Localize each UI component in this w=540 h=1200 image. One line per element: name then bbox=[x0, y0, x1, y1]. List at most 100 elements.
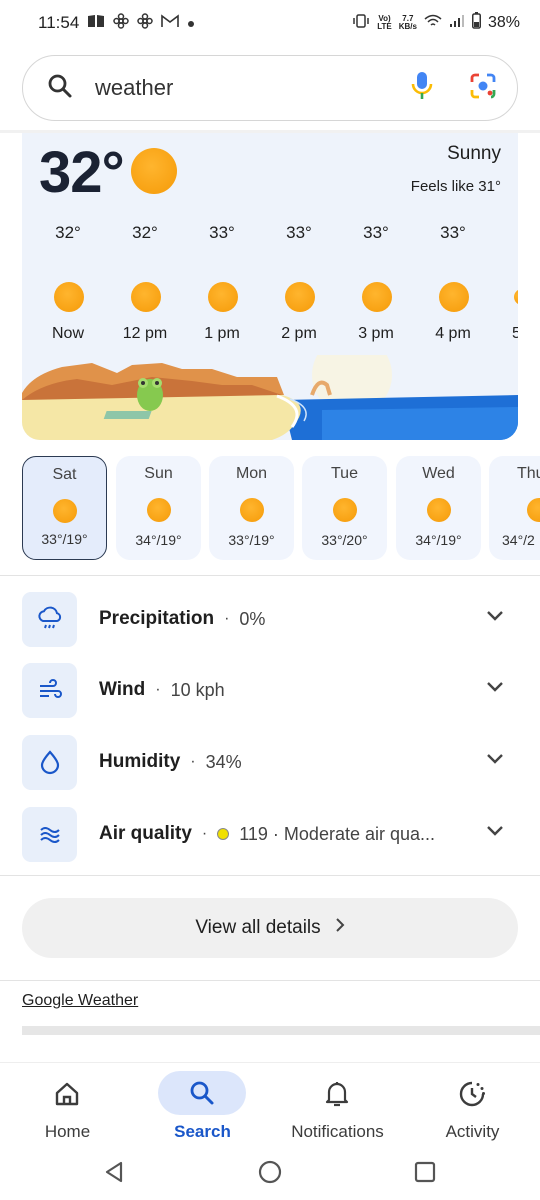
detail-label: Humidity bbox=[99, 751, 181, 772]
detail-value: 34% bbox=[205, 751, 242, 772]
mic-icon[interactable] bbox=[411, 71, 433, 106]
hourly-time-item: 12 pm bbox=[110, 325, 180, 343]
feels-like: Feels like 31° bbox=[410, 178, 501, 195]
lens-icon[interactable] bbox=[469, 72, 497, 105]
vibrate-icon bbox=[352, 13, 370, 33]
day-chip-sun[interactable]: Sun 34°/19° bbox=[116, 456, 201, 560]
system-navigation bbox=[0, 1150, 540, 1200]
nav-activity[interactable]: Activity bbox=[405, 1063, 540, 1151]
chevron-right-icon bbox=[335, 917, 345, 939]
hourly-temp: 33° bbox=[440, 223, 466, 242]
detail-label: Precipitation bbox=[99, 608, 215, 629]
recents-icon[interactable] bbox=[414, 1161, 436, 1188]
day-temps: 34°/2 bbox=[502, 532, 535, 548]
sun-icon bbox=[285, 282, 315, 312]
sun-icon bbox=[239, 498, 264, 522]
day-temps: 34°/19° bbox=[135, 532, 182, 548]
hourly-time: 1 pm bbox=[204, 325, 240, 342]
hourly-time: 3 pm bbox=[358, 325, 394, 342]
gmail-icon bbox=[161, 13, 180, 33]
search-icon bbox=[189, 1080, 215, 1111]
chevron-down-icon[interactable] bbox=[486, 824, 504, 842]
hourly-item[interactable]: 33° bbox=[418, 223, 488, 243]
book-icon bbox=[87, 13, 105, 33]
day-chip-sat[interactable]: Sat 33°/19° bbox=[22, 456, 107, 560]
weather-card[interactable]: 32° Sunny Feels like 31° 32° 32° 33° 33°… bbox=[22, 133, 518, 440]
fan-icon bbox=[137, 12, 154, 34]
day-name: Wed bbox=[422, 465, 455, 482]
day-chip-tue[interactable]: Tue 33°/20° bbox=[302, 456, 387, 560]
hourly-time: 4 pm bbox=[435, 325, 471, 342]
nav-label: Home bbox=[44, 1122, 91, 1141]
detail-row-humidity[interactable]: Humidity · 34% bbox=[22, 734, 518, 790]
detail-value: 10 kph bbox=[170, 679, 225, 700]
chevron-down-icon[interactable] bbox=[486, 609, 504, 627]
day-temps: 33°/20° bbox=[321, 532, 368, 548]
hourly-time-item: 2 pm bbox=[264, 325, 334, 343]
section-divider bbox=[0, 980, 540, 981]
search-query[interactable]: weather bbox=[95, 75, 411, 101]
day-name: Sun bbox=[144, 465, 173, 482]
bottom-navigation: Home Search Notifications Activity bbox=[0, 1062, 540, 1150]
detail-row-air-quality[interactable]: Air quality · 119 · Moderate air qua... bbox=[22, 806, 518, 862]
hourly-temp: 32° bbox=[132, 223, 158, 242]
network-speed-unit: KB/s bbox=[398, 22, 417, 31]
current-temperature: 32° bbox=[39, 140, 125, 205]
day-chip-wed[interactable]: Wed 34°/19° bbox=[396, 456, 481, 560]
hourly-time: 5 bbox=[512, 325, 518, 342]
bell-icon bbox=[325, 1080, 349, 1113]
detail-row-wind[interactable]: Wind · 10 kph bbox=[22, 662, 518, 718]
network-speed: 7.7 KB/s bbox=[399, 15, 417, 31]
sun-icon bbox=[52, 499, 77, 523]
chevron-down-icon[interactable] bbox=[486, 680, 504, 698]
hourly-time: 12 pm bbox=[122, 325, 168, 342]
back-icon[interactable] bbox=[103, 1160, 125, 1189]
dot-icon bbox=[187, 13, 195, 33]
nav-notifications[interactable]: Notifications bbox=[270, 1063, 405, 1151]
source-link[interactable]: Google Weather bbox=[22, 992, 138, 1010]
status-time: 11:54 bbox=[38, 13, 80, 32]
nav-label: Search bbox=[174, 1122, 231, 1141]
hourly-item[interactable]: 33° bbox=[264, 223, 334, 243]
nav-label: Activity bbox=[445, 1122, 500, 1141]
sun-icon bbox=[131, 282, 161, 312]
hourly-temp: 32° bbox=[55, 223, 81, 242]
separator-dot: · bbox=[155, 681, 161, 698]
hourly-time-item: 5 bbox=[512, 325, 518, 343]
aq-indicator-dot bbox=[217, 828, 230, 840]
status-bar: 11:54 Vo) LTE 7.7 KB/s 38% bbox=[0, 0, 540, 46]
chevron-down-icon[interactable] bbox=[486, 752, 504, 770]
view-all-details-button[interactable]: View all details bbox=[22, 898, 518, 958]
nav-label: Notifications bbox=[291, 1122, 384, 1141]
beach-scene-illustration bbox=[22, 355, 518, 440]
hourly-time: Now bbox=[51, 325, 84, 342]
signal-icon bbox=[449, 14, 465, 33]
nav-search[interactable]: Search bbox=[135, 1063, 270, 1151]
lte-label: LTE bbox=[377, 22, 392, 31]
day-name: Thu bbox=[517, 465, 540, 482]
separator-dot: · bbox=[201, 825, 208, 842]
detail-row-precipitation[interactable]: Precipitation · 0% bbox=[22, 591, 518, 647]
home-circle-icon[interactable] bbox=[258, 1160, 282, 1189]
sun-icon bbox=[131, 148, 177, 194]
sun-icon bbox=[439, 282, 469, 312]
hourly-time-item: 3 pm bbox=[341, 325, 411, 343]
droplet-icon bbox=[22, 734, 77, 790]
day-chip-thu[interactable]: Thu 34°/2 bbox=[489, 456, 540, 560]
hourly-item[interactable]: 32° bbox=[33, 223, 103, 243]
hourly-item[interactable]: 32° bbox=[110, 223, 180, 243]
hourly-temp: 33° bbox=[209, 223, 235, 242]
search-bar[interactable]: weather bbox=[22, 55, 518, 121]
day-chip-mon[interactable]: Mon 33°/19° bbox=[209, 456, 294, 560]
wifi-icon bbox=[424, 14, 442, 33]
search-icon[interactable] bbox=[47, 73, 73, 104]
hourly-time-item: 4 pm bbox=[418, 325, 488, 343]
wind-icon bbox=[22, 662, 77, 718]
sun-icon bbox=[208, 282, 238, 312]
separator-dot: · bbox=[224, 610, 230, 627]
nav-home[interactable]: Home bbox=[0, 1063, 135, 1151]
sun-icon bbox=[514, 289, 518, 305]
hourly-item[interactable]: 33° bbox=[187, 223, 257, 243]
hourly-item[interactable]: 33° bbox=[341, 223, 411, 243]
day-temps: 33°/19° bbox=[228, 532, 275, 548]
